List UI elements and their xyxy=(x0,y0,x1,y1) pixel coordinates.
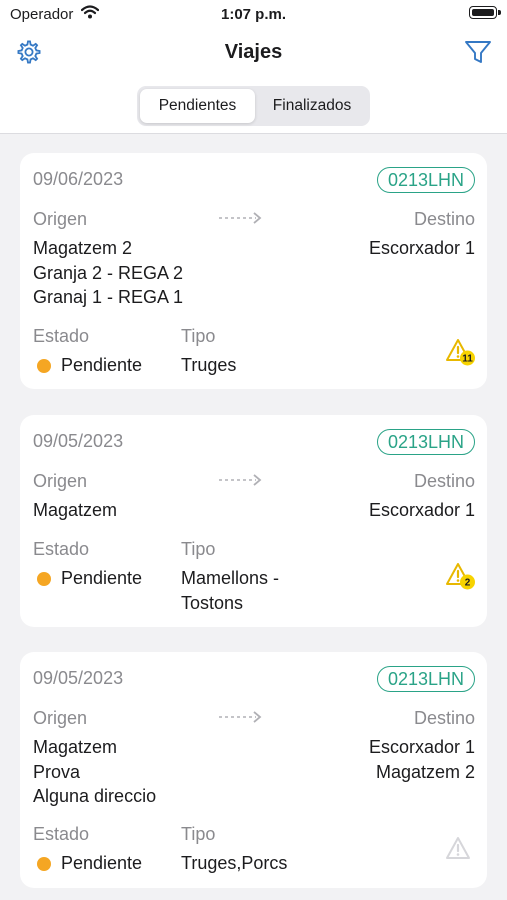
type-label: Tipo xyxy=(181,824,216,844)
status-bar: Operador 1:07 p.m. xyxy=(0,0,507,30)
arrow-right-icon xyxy=(218,211,264,225)
origin-label: Origen xyxy=(33,471,88,491)
type-value: Mamellons - Tostons xyxy=(181,568,280,613)
warning-count: 2 xyxy=(465,578,471,589)
destination-label: Destino xyxy=(413,708,475,728)
destination-item: Escorxador 1 xyxy=(368,737,475,757)
arrow-right-icon xyxy=(218,710,264,724)
trip-date: 09/06/2023 xyxy=(33,169,124,189)
origin-item: Magatzem xyxy=(33,500,118,520)
destination-list: Escorxador 1 xyxy=(369,498,475,523)
type-value: Truges,Porcs xyxy=(181,853,288,873)
pending-status-dot xyxy=(37,857,51,871)
plate-badge: 0213LHN xyxy=(376,429,475,455)
trip-card[interactable]: 09/06/2023 0213LHN Origen Destino Magatz… xyxy=(20,153,487,389)
origin-list: Magatzem xyxy=(33,498,117,523)
origin-label: Origen xyxy=(33,708,88,728)
tab-pendientes[interactable]: Pendientes xyxy=(140,89,255,123)
plate-badge: 0213LHN xyxy=(376,167,475,193)
warning-count: 11 xyxy=(462,354,473,365)
origin-item: Magatzem 2 xyxy=(33,238,133,258)
origin-item: Granja 2 - REGA 2 xyxy=(33,262,184,283)
origin-list: Magatzem 2 Granja 2 - REGA 2 Granaj 1 - … xyxy=(33,236,183,310)
pending-status-dot xyxy=(37,359,51,373)
destination-item: Magatzem 2 xyxy=(375,761,475,782)
state-label: Estado xyxy=(33,326,90,346)
trip-date: 09/05/2023 xyxy=(33,668,124,688)
status-tabs: Pendientes Finalizados xyxy=(137,86,370,126)
destination-list: Escorxador 1 xyxy=(369,236,475,261)
navigation-bar: Viajes xyxy=(0,30,507,74)
pending-status-dot xyxy=(37,572,51,586)
arrow-right-icon xyxy=(218,473,264,487)
trip-card[interactable]: 09/05/2023 0213LHN Origen Destino Magatz… xyxy=(20,415,487,627)
page-title: Viajes xyxy=(224,41,283,63)
tab-finalizados[interactable]: Finalizados xyxy=(257,89,367,123)
origin-item: Magatzem xyxy=(33,737,118,757)
destination-label: Destino xyxy=(413,471,475,491)
clock: 1:07 p.m. xyxy=(220,6,287,23)
state-label: Estado xyxy=(33,824,90,844)
battery-icon xyxy=(469,6,501,19)
warning-icon[interactable]: 11 xyxy=(445,337,477,367)
state-value: Pendiente xyxy=(61,355,143,375)
origin-item: Granaj 1 - REGA 1 xyxy=(33,287,184,307)
state-value: Pendiente xyxy=(61,853,143,873)
plate-badge: 0213LHN xyxy=(376,666,475,692)
origin-item: Alguna direccio xyxy=(33,786,157,806)
state-value: Pendiente xyxy=(61,568,143,588)
origin-list: Magatzem Prova Alguna direccio xyxy=(33,735,156,809)
destination-item: Escorxador 1 xyxy=(368,238,475,258)
warning-icon[interactable]: 2 xyxy=(445,561,477,591)
destination-item: Escorxador 1 xyxy=(368,500,475,520)
type-label: Tipo xyxy=(181,539,216,559)
origin-item: Prova xyxy=(33,761,81,782)
state-label: Estado xyxy=(33,539,90,559)
type-value: Truges xyxy=(181,355,237,375)
trip-date: 09/05/2023 xyxy=(33,431,124,451)
destination-label: Destino xyxy=(413,209,475,229)
filter-icon[interactable] xyxy=(463,38,493,66)
warning-icon[interactable] xyxy=(445,835,477,865)
type-label: Tipo xyxy=(181,326,216,346)
origin-label: Origen xyxy=(33,209,88,229)
destination-list: Escorxador 1 Magatzem 2 xyxy=(369,735,475,784)
trip-card[interactable]: 09/05/2023 0213LHN Origen Destino Magatz… xyxy=(20,652,487,888)
